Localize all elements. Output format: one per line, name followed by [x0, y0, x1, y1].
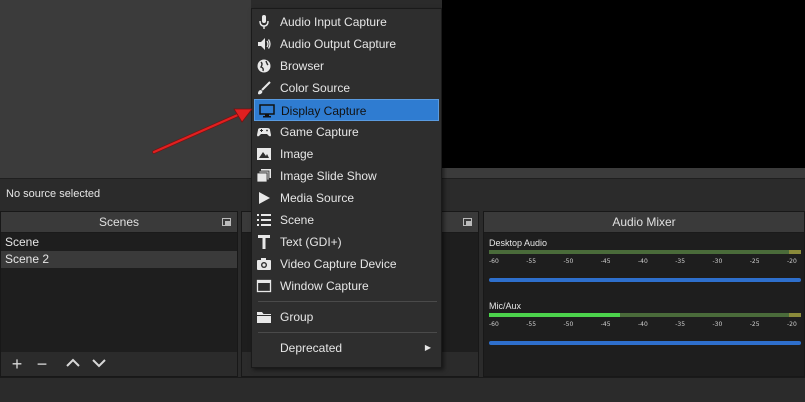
meter-ticks: -60 -55 -50 -45 -40 -35 -30 -25 -20	[489, 317, 801, 331]
meter-tick-label: -25	[749, 321, 760, 328]
menu-item-label: Color Source	[280, 81, 351, 95]
microphone-icon	[256, 14, 272, 30]
scene-list-item-selected[interactable]: Scene 2	[1, 251, 237, 268]
meter-tick-label: -25	[749, 258, 760, 265]
menu-separator	[258, 332, 437, 333]
paintbrush-icon	[256, 80, 272, 96]
volume-fader[interactable]	[489, 341, 801, 345]
menu-item-browser[interactable]: Browser	[252, 55, 441, 77]
source-status: No source selected	[6, 188, 101, 200]
scene-list-item[interactable]: Scene	[1, 234, 237, 251]
list-icon	[256, 212, 272, 228]
meter-tick-label: -30	[712, 321, 723, 328]
text-icon	[256, 234, 272, 250]
meter-tick-label: -40	[638, 258, 648, 265]
menu-item-image[interactable]: Image	[252, 143, 441, 165]
submenu-arrow-icon: ▶	[424, 343, 431, 352]
menu-item-media-source[interactable]: Media Source	[252, 187, 441, 209]
preview-margin	[442, 168, 805, 178]
menu-item-audio-output-capture[interactable]: Audio Output Capture	[252, 33, 441, 55]
mixer-header: Audio Mixer	[484, 212, 804, 233]
meter-tick-label: -20	[787, 258, 797, 265]
volume-fader[interactable]	[489, 278, 801, 282]
status-bar	[0, 377, 805, 402]
audio-mixer-panel: Audio Mixer Desktop Audio -60 -55 -50 -45 -4…	[483, 211, 805, 377]
meter-tick-label: -45	[600, 321, 611, 328]
menu-item-game-capture[interactable]: Game Capture	[252, 121, 441, 143]
meter-tick-label: -40	[638, 321, 648, 328]
menu-item-deprecated[interactable]: Deprecated ▶	[252, 337, 441, 359]
scene-label: Scene 2	[5, 252, 50, 266]
folder-icon	[256, 309, 272, 325]
meter-tick-label: -35	[675, 321, 686, 328]
mixer-title: Audio Mixer	[612, 215, 676, 229]
scenes-title: Scenes	[98, 215, 140, 229]
menu-item-label: Text (GDI+)	[280, 235, 342, 249]
slideshow-icon	[256, 168, 272, 184]
menu-item-label: Scene	[280, 213, 315, 227]
scenes-header: Scenes	[1, 212, 237, 233]
menu-item-label: Group	[280, 310, 314, 324]
undock-icon[interactable]	[222, 218, 231, 226]
meter-tick-label: -45	[600, 258, 611, 265]
preview-canvas	[442, 0, 805, 168]
meter-tick-label: -55	[526, 258, 537, 265]
menu-separator	[258, 301, 437, 302]
scenes-toolbar: + −	[1, 352, 237, 376]
menu-item-label: Display Capture	[281, 104, 367, 118]
menu-item-color-source[interactable]: Color Source	[252, 77, 441, 99]
menu-item-display-capture[interactable]: Display Capture	[254, 99, 439, 121]
menu-item-label: Image Slide Show	[280, 169, 377, 183]
meter-tick-label: -20	[787, 321, 797, 328]
menu-item-image-slide-show[interactable]: Image Slide Show	[252, 165, 441, 187]
meter-tick-label: -30	[712, 258, 723, 265]
menu-item-text-gdi[interactable]: Text (GDI+)	[252, 231, 441, 253]
scene-label: Scene	[5, 235, 40, 249]
move-up-icon[interactable]	[63, 355, 83, 373]
channel-name: Desktop Audio	[489, 238, 548, 248]
add-source-menu: Audio Input Capture Audio Output Capture…	[251, 8, 442, 368]
menu-item-audio-input-capture[interactable]: Audio Input Capture	[252, 11, 441, 33]
window-icon	[256, 278, 272, 294]
speaker-icon	[256, 36, 272, 52]
meter-ticks: -60 -55 -50 -45 -40 -35 -30 -25 -20	[489, 254, 801, 268]
play-icon	[256, 190, 272, 206]
meter-tick-label: -60	[489, 321, 499, 328]
scenes-panel: Scenes Scene Scene 2 + −	[0, 211, 238, 377]
menu-item-label: Browser	[280, 59, 325, 73]
menu-item-window-capture[interactable]: Window Capture	[252, 275, 441, 297]
menu-item-label: Audio Output Capture	[280, 37, 397, 51]
move-down-icon[interactable]	[89, 355, 109, 373]
monitor-icon	[259, 103, 275, 119]
globe-icon	[256, 58, 272, 74]
annotation-arrow-icon	[152, 108, 253, 154]
menu-item-label: Deprecated	[280, 341, 343, 355]
meter-tick-label: -55	[526, 321, 537, 328]
menu-item-label: Video Capture Device	[280, 257, 397, 271]
menu-item-scene[interactable]: Scene	[252, 209, 441, 231]
menu-item-group[interactable]: Group	[252, 306, 441, 328]
meter-tick-label: -60	[489, 258, 499, 265]
menu-item-label: Media Source	[280, 191, 355, 205]
menu-item-label: Audio Input Capture	[280, 15, 387, 29]
undock-icon[interactable]	[463, 218, 472, 226]
menu-item-label: Game Capture	[280, 125, 359, 139]
meter-tick-label: -50	[563, 321, 574, 328]
menu-item-video-capture-device[interactable]: Video Capture Device	[252, 253, 441, 275]
meter-tick-label: -50	[563, 258, 574, 265]
add-scene-icon[interactable]: +	[7, 355, 27, 373]
menu-item-label: Window Capture	[280, 279, 369, 293]
meter-tick-label: -35	[675, 258, 686, 265]
camera-icon	[256, 256, 272, 272]
menu-item-label: Image	[280, 147, 314, 161]
remove-scene-icon[interactable]: −	[32, 355, 52, 373]
channel-name: Mic/Aux	[489, 301, 522, 311]
